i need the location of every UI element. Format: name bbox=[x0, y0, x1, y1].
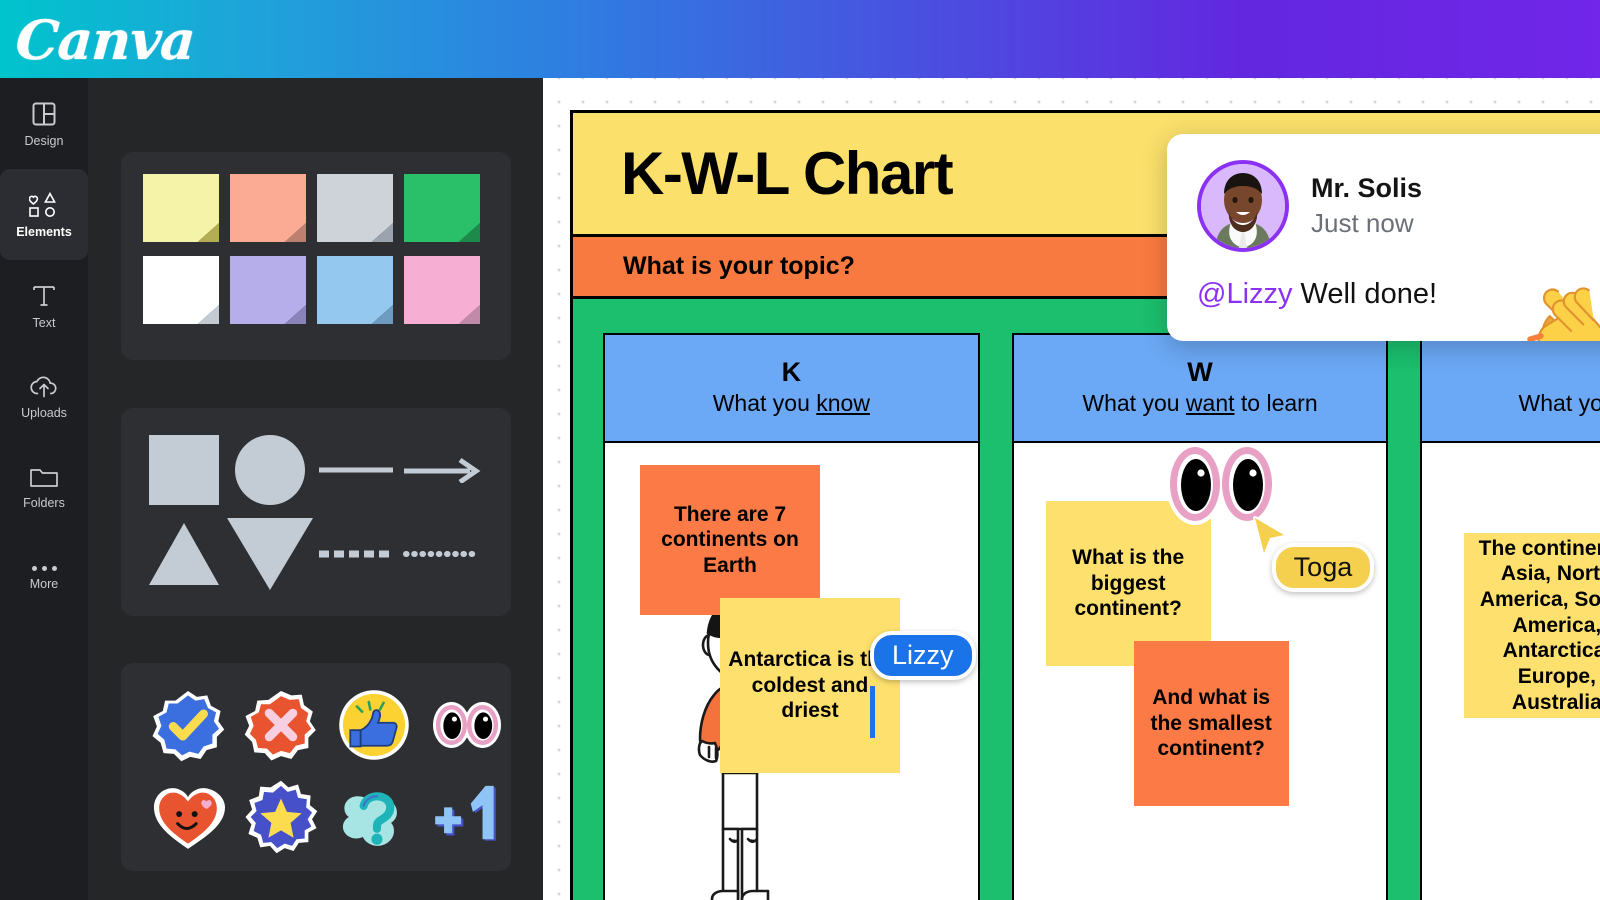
comment-popover[interactable]: Mr. Solis Just now @Lizzy Well done! bbox=[1167, 134, 1600, 341]
elements-icon bbox=[29, 191, 59, 219]
text-icon bbox=[31, 282, 57, 310]
sticky-notes-grid bbox=[143, 174, 480, 324]
shape-dashed-line[interactable] bbox=[313, 512, 399, 596]
shape-triangle-down[interactable] bbox=[227, 512, 313, 596]
heart-smile-sticker[interactable] bbox=[151, 780, 225, 854]
dotted-line-icon bbox=[403, 551, 481, 557]
folders-icon bbox=[29, 466, 59, 490]
column-w-header[interactable]: W What you want to learn bbox=[1011, 333, 1389, 443]
dashed-line-icon bbox=[319, 550, 393, 558]
sticky-note-pink[interactable] bbox=[404, 256, 480, 324]
sticky-note-white[interactable] bbox=[143, 256, 219, 324]
sidebar-item-uploads[interactable]: Uploads bbox=[0, 351, 88, 442]
sidebar-item-label: Uploads bbox=[21, 405, 67, 420]
eyes-sticker[interactable] bbox=[430, 688, 504, 762]
sticky-note-gray[interactable] bbox=[317, 174, 393, 242]
shape-line[interactable] bbox=[313, 428, 399, 512]
stickers-grid bbox=[141, 679, 513, 863]
left-nav-rail: Design Elements Text Uploads Folders Mor… bbox=[0, 78, 88, 900]
column-letter: K bbox=[781, 356, 802, 387]
design-icon bbox=[30, 100, 58, 128]
column-letter: W bbox=[1187, 356, 1213, 387]
comment-mention[interactable]: @Lizzy bbox=[1197, 278, 1293, 311]
shape-dotted-line[interactable] bbox=[399, 512, 485, 596]
sidebar-item-label: More bbox=[29, 577, 59, 592]
sidebar-item-label: Text bbox=[32, 315, 56, 330]
comment-timestamp: Just now bbox=[1311, 207, 1414, 238]
shapes-section bbox=[121, 408, 511, 616]
uploads-icon bbox=[29, 374, 59, 400]
shape-square[interactable] bbox=[141, 428, 227, 512]
sticky-notes-section bbox=[121, 152, 511, 360]
topic-prompt: What is your topic? bbox=[623, 252, 855, 280]
sidebar-item-label: Elements bbox=[16, 224, 72, 239]
arrow-icon bbox=[404, 457, 481, 483]
sticky-note-green[interactable] bbox=[404, 174, 480, 242]
sidebar-item-label: Folders bbox=[23, 495, 65, 510]
sticky-note-salmon[interactable] bbox=[230, 174, 306, 242]
star-badge-sticker[interactable] bbox=[244, 780, 318, 854]
sidebar-item-folders[interactable]: Folders bbox=[0, 442, 88, 533]
sticky-note-yellow[interactable] bbox=[143, 174, 219, 242]
column-subtitle: What you learned bbox=[1518, 390, 1600, 417]
comment-author: Mr. Solis bbox=[1311, 172, 1423, 203]
sidebar-item-elements[interactable]: Elements bbox=[0, 169, 88, 260]
column-l-body[interactable]: The continents: Asia, North America, Sou… bbox=[1420, 443, 1600, 900]
sidebar-item-label: Design bbox=[24, 133, 64, 148]
thumbs-up-sticker[interactable] bbox=[337, 688, 411, 762]
stickers-section bbox=[121, 663, 511, 871]
comment-text: Well done! bbox=[1300, 278, 1438, 310]
shape-triangle-up[interactable] bbox=[141, 512, 227, 596]
sidebar-item-design[interactable]: Design bbox=[0, 78, 88, 169]
column-k-header[interactable]: K What you know bbox=[603, 333, 980, 443]
sticky-note-blue[interactable] bbox=[317, 256, 393, 324]
board-columns-area: K What you know There are 7 continents o… bbox=[570, 296, 1600, 900]
sticky-note-purple[interactable] bbox=[230, 256, 306, 324]
line-icon bbox=[319, 467, 393, 473]
board-sticky-note[interactable]: The continents: Asia, North America, Sou… bbox=[1464, 533, 1600, 718]
text-edit-caret bbox=[870, 686, 875, 738]
cross-badge-sticker[interactable] bbox=[244, 688, 318, 762]
question-mark-sticker[interactable] bbox=[337, 780, 411, 854]
avatar bbox=[1197, 160, 1289, 252]
shapes-grid bbox=[141, 428, 485, 596]
board-sticky-note[interactable]: And what is the smallest continent? bbox=[1133, 641, 1289, 806]
comment-author-block: Mr. Solis Just now bbox=[1311, 173, 1422, 240]
elements-panel bbox=[88, 78, 543, 900]
board-sticky-note[interactable]: There are 7 continents on Earth bbox=[640, 465, 820, 615]
collaborator-cursor-lizzy[interactable]: Lizzy bbox=[870, 631, 976, 680]
sidebar-item-text[interactable]: Text bbox=[0, 260, 88, 351]
column-w-body[interactable]: What is the biggest continent? And what … bbox=[1011, 443, 1389, 900]
plus-one-sticker[interactable] bbox=[430, 780, 504, 854]
shape-arrow[interactable] bbox=[399, 428, 485, 512]
shape-circle[interactable] bbox=[227, 428, 313, 512]
column-subtitle: What you want to learn bbox=[1082, 390, 1318, 417]
check-badge-sticker[interactable] bbox=[151, 688, 225, 762]
column-w: W What you want to learn What is the big… bbox=[1011, 333, 1389, 900]
column-k-body[interactable]: There are 7 continents on Earth Antarcti… bbox=[603, 443, 980, 900]
canva-logo[interactable]: Canva bbox=[14, 8, 197, 72]
column-subtitle: What you know bbox=[712, 390, 870, 417]
more-dots-icon bbox=[31, 566, 57, 572]
collaborator-pointer-toga bbox=[1252, 516, 1286, 555]
sidebar-item-more[interactable]: More bbox=[0, 533, 88, 624]
column-l-header[interactable]: L What you learned bbox=[1420, 333, 1600, 443]
comment-header: Mr. Solis Just now bbox=[1197, 160, 1600, 252]
clap-emoji bbox=[1527, 287, 1600, 341]
top-brand-bar: Canva bbox=[0, 0, 1600, 78]
page-title: K-W-L Chart bbox=[621, 140, 954, 207]
column-l: L What you learned The continents: Asia,… bbox=[1420, 333, 1600, 900]
column-k: K What you know There are 7 continents o… bbox=[603, 333, 980, 900]
